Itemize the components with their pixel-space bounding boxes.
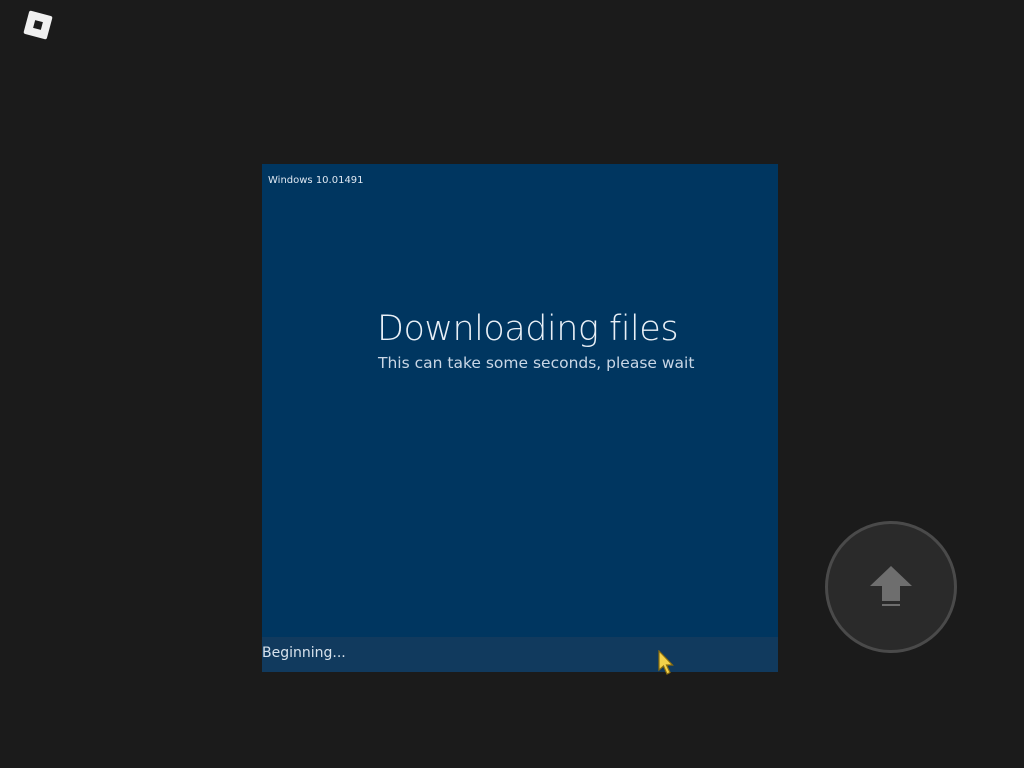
roblox-menu-button[interactable] bbox=[20, 7, 56, 43]
version-label: Windows 10.01491 bbox=[268, 175, 364, 186]
download-subtitle: This can take some seconds, please wait bbox=[378, 354, 695, 372]
roblox-logo-icon bbox=[23, 10, 53, 40]
mouse-cursor-icon bbox=[658, 650, 674, 675]
status-bar: Beginning... bbox=[262, 637, 778, 672]
up-arrow-icon bbox=[870, 566, 912, 606]
jump-button[interactable] bbox=[825, 521, 957, 653]
in-game-screen: Windows 10.01491 Downloading files This … bbox=[262, 164, 778, 672]
download-title: Downloading files bbox=[377, 309, 679, 349]
status-text: Beginning... bbox=[262, 645, 346, 661]
game-viewport: Windows 10.01491 Downloading files This … bbox=[0, 0, 1024, 768]
